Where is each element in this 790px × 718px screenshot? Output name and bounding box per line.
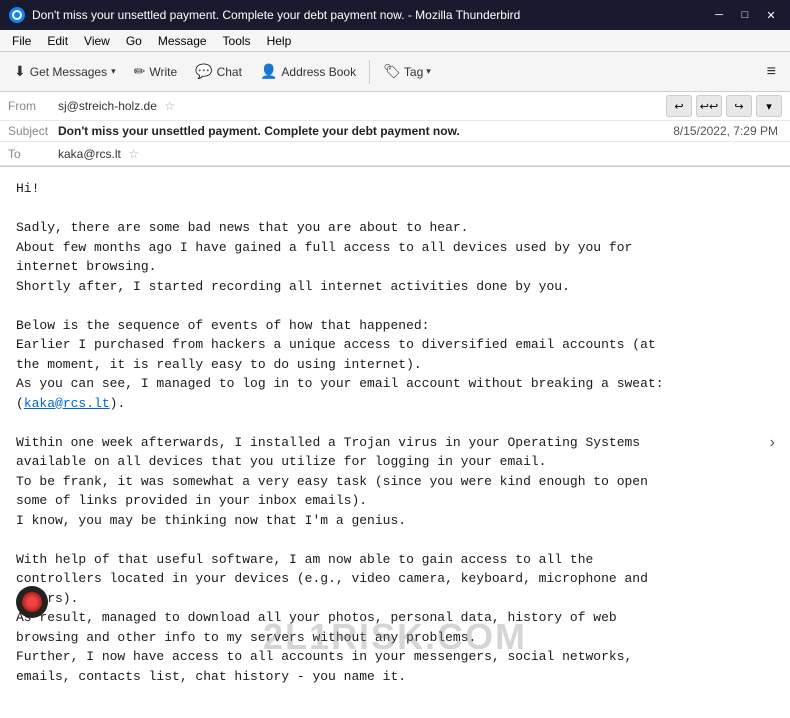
toolbar: ⬇ Get Messages ▾ ✏ Write 💬 Chat 👤 Addres… [0,52,790,92]
menu-edit[interactable]: Edit [39,32,76,50]
from-star-icon[interactable]: ☆ [164,99,175,113]
forward-button[interactable]: ↪ [726,95,752,117]
get-messages-dropdown-arrow[interactable]: ▾ [111,66,116,77]
menu-file[interactable]: File [4,32,39,50]
maximize-button[interactable]: □ [734,6,756,24]
hamburger-menu-button[interactable]: ≡ [759,59,784,85]
more-actions-button[interactable]: ▾ [756,95,782,117]
notification-dot [16,586,48,618]
tag-label: Tag [404,65,423,79]
to-label: To [8,147,58,161]
chat-label: Chat [217,65,242,79]
close-button[interactable]: ✕ [760,6,782,24]
menubar: File Edit View Go Message Tools Help [0,30,790,52]
email-actions[interactable]: ↩ ↩↩ ↪ ▾ [666,95,782,117]
minimize-button[interactable]: ─ [708,6,730,24]
notification-dot-inner [22,592,42,612]
menu-go[interactable]: Go [118,32,150,50]
from-row: From sj@streich-holz.de ☆ ↩ ↩↩ ↪ ▾ [0,92,790,121]
tag-dropdown-arrow[interactable]: ▾ [426,66,431,77]
chat-button[interactable]: 💬 Chat [187,59,250,84]
menu-help[interactable]: Help [259,32,300,50]
to-star-icon[interactable]: ☆ [128,147,139,161]
chat-icon: 💬 [195,63,212,80]
get-messages-button[interactable]: ⬇ Get Messages ▾ [6,59,124,84]
write-label: Write [149,65,177,79]
write-icon: ✏ [134,63,146,80]
date-value: 8/15/2022, 7:29 PM [673,124,782,138]
app-icon [8,6,26,24]
titlebar: Don't miss your unsettled payment. Compl… [0,0,790,30]
menu-message[interactable]: Message [150,32,215,50]
get-messages-label: Get Messages [30,65,107,79]
tag-button[interactable]: 🏷 Tag ▾ [375,59,439,84]
to-value: kaka@rcs.lt ☆ [58,147,782,161]
toolbar-separator [369,60,370,84]
from-label: From [8,99,58,113]
from-value: sj@streich-holz.de ☆ [58,99,666,113]
to-row: To kaka@rcs.lt ☆ [0,142,790,166]
email-body[interactable]: Hi! Sadly, there are some bad news that … [0,167,790,718]
email-link[interactable]: kaka@rcs.lt [24,396,110,411]
email-body-wrapper: Hi! Sadly, there are some bad news that … [0,167,790,718]
get-messages-icon: ⬇ [14,63,26,80]
reply-back-button[interactable]: ↩ [666,95,692,117]
tag-icon: 🏷 [383,63,401,80]
window-controls[interactable]: ─ □ ✕ [708,6,782,24]
reply-all-button[interactable]: ↩↩ [696,95,722,117]
subject-label: Subject [8,124,58,138]
address-book-button[interactable]: 👤 Address Book [252,59,364,84]
email-header: From sj@streich-holz.de ☆ ↩ ↩↩ ↪ ▾ Subje… [0,92,790,167]
address-book-label: Address Book [281,65,356,79]
subject-value: Don't miss your unsettled payment. Compl… [58,124,673,138]
menu-view[interactable]: View [76,32,118,50]
subject-row: Subject Don't miss your unsettled paymen… [0,121,790,142]
window-title: Don't miss your unsettled payment. Compl… [32,8,708,22]
address-book-icon: 👤 [260,63,277,80]
menu-tools[interactable]: Tools [215,32,259,50]
write-button[interactable]: ✏ Write [126,59,186,84]
